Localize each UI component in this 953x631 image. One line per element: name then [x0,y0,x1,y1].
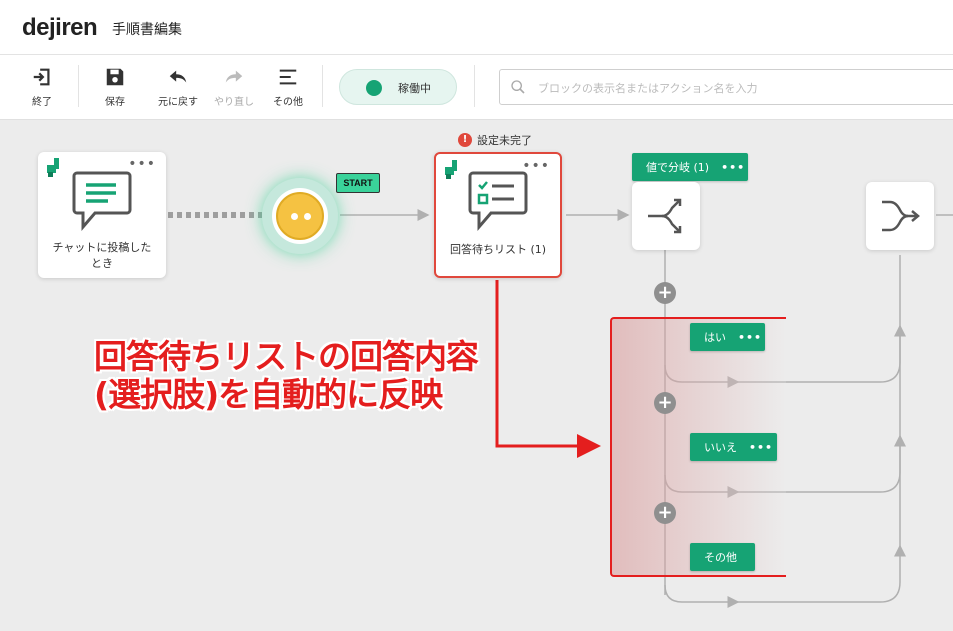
undo-icon [169,70,187,83]
trigger-label-line2: とき [91,257,113,270]
save-button[interactable]: 保存 [95,55,135,119]
flow-canvas[interactable]: ••• チャットに投稿した とき START ! 設定未完了 ••• 回答待ちリ… [0,120,953,631]
save-label: 保存 [105,97,125,108]
redo-icon [225,70,243,83]
start-node-face [276,192,324,240]
toolbar-divider [78,65,79,107]
status-label: 稼働中 [398,82,431,95]
branch-node[interactable] [632,182,700,250]
start-eye [304,213,311,220]
status-indicator [366,80,382,96]
trigger-node-label: チャットに投稿した とき [38,240,166,272]
branch-header-button[interactable]: 値で分岐 (1) ••• [632,153,748,181]
branch-option-other[interactable]: その他 [690,543,755,571]
branch-option-menu-icon[interactable]: ••• [749,441,773,454]
search-box [499,69,953,105]
save-icon [106,68,124,86]
add-block-button[interactable]: + [654,282,676,304]
start-node[interactable] [262,178,338,254]
branch-option-no[interactable]: いいえ ••• [690,433,777,461]
merge-node[interactable] [866,182,934,250]
dejiren-mini-logo [47,158,59,177]
branch-header-label: 値で分岐 (1) [646,161,710,174]
branch-menu-icon[interactable]: ••• [721,161,745,174]
redo-label: やり直し [214,97,254,108]
toolbar-divider [474,65,475,107]
add-block-button[interactable]: + [654,392,676,414]
menu-icon [279,69,297,85]
answer-list-node[interactable]: ••• 回答待ちリスト (1) [434,152,562,278]
toolbar: 終了 保存 元に戻す やり直し その他 稼働中 [0,55,953,120]
undo-label: 元に戻す [158,97,198,108]
branch-option-label: はい [704,331,726,344]
undo-button[interactable]: 元に戻す [155,55,201,119]
redo-button[interactable]: やり直し [211,55,257,119]
branch-option-label: いいえ [704,441,737,454]
branch-icon [648,198,682,234]
config-incomplete-warning: ! 設定未完了 [458,132,532,148]
start-badge: START [336,173,380,193]
answer-list-label: 回答待ちリスト (1) [449,243,547,256]
exit-button[interactable]: 終了 [22,55,62,119]
branch-option-menu-icon[interactable]: ••• [738,331,762,344]
status-toggle[interactable]: 稼働中 [339,69,457,105]
chat-icon [72,171,132,232]
annotation-text: 回答待ちリストの回答内容 (選択肢)を自動的に反映 [94,337,479,414]
start-node-ring [272,188,328,244]
merge-icon [882,200,920,232]
other-button[interactable]: その他 [268,55,308,119]
trigger-node[interactable]: ••• チャットに投稿した とき [38,152,166,278]
app-header: dejiren 手順書編集 [0,0,953,55]
annotation-line2: (選択肢)を自動的に反映 [94,375,443,414]
exit-label: 終了 [32,97,52,108]
search-icon [511,80,525,94]
other-label: その他 [273,97,303,108]
annotation-line1: 回答待ちリストの回答内容 [94,337,479,376]
trigger-label-line1: チャットに投稿した [52,241,152,254]
page-title: 手順書編集 [112,22,182,38]
search-input[interactable] [536,78,940,98]
exit-icon [33,68,50,86]
app-logo[interactable]: dejiren [22,14,98,42]
branch-option-yes[interactable]: はい ••• [690,323,765,351]
toolbar-divider [322,65,323,107]
warning-icon: ! [458,133,472,147]
start-eye [291,213,298,220]
branch-option-label: その他 [704,551,737,564]
dejiren-mini-logo [445,160,457,179]
add-block-button[interactable]: + [654,502,676,524]
checklist-icon [468,171,528,232]
warning-text: 設定未完了 [477,134,532,147]
